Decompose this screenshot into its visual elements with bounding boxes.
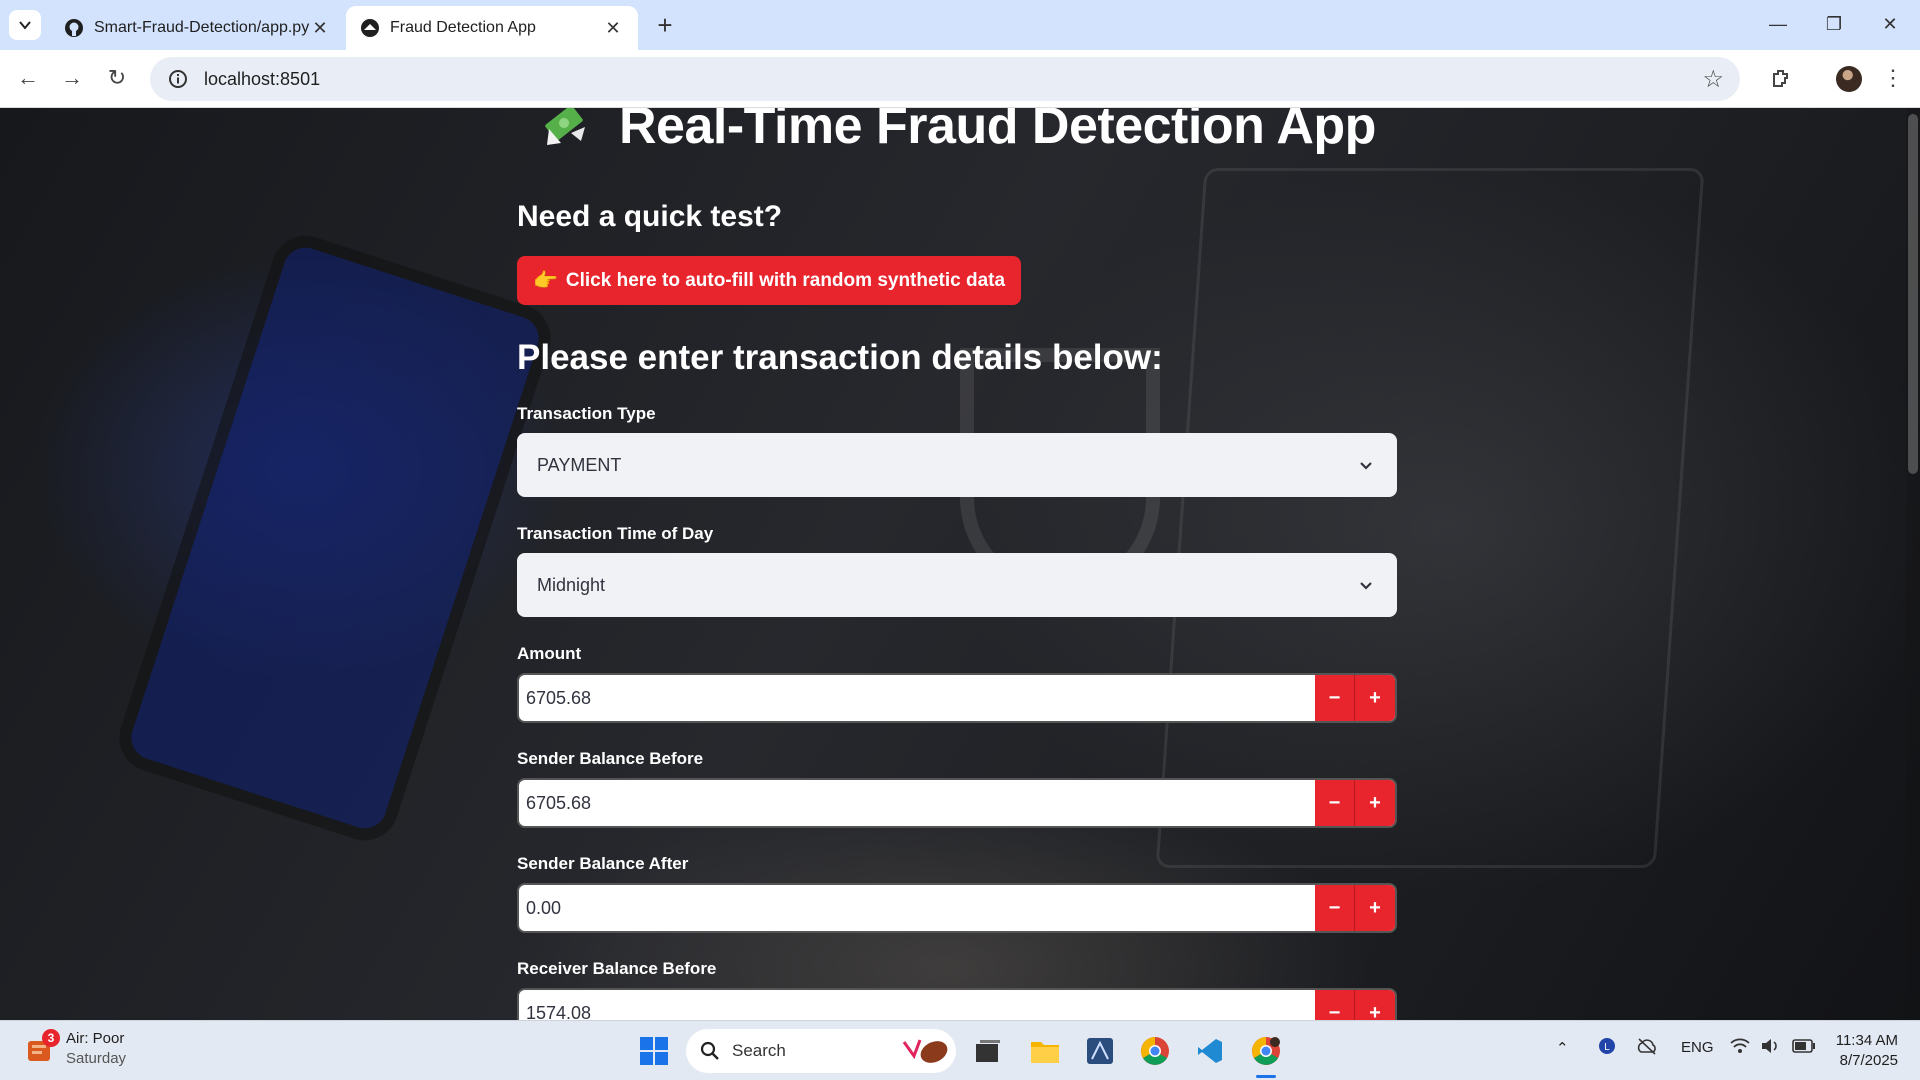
minimize-icon[interactable]: —: [1758, 10, 1798, 38]
tab-github[interactable]: Smart-Fraud-Detection/app.py ✕: [50, 6, 345, 50]
weather-title: Air: Poor: [66, 1030, 125, 1047]
time-of-day-value: Midnight: [537, 574, 606, 595]
show-hidden-icons-icon[interactable]: ⌃: [1556, 1039, 1569, 1057]
title-row: Real-Time Fraud Detection App: [541, 108, 1376, 156]
forward-arrow-icon[interactable]: →: [56, 62, 88, 94]
amount-label: Amount: [517, 644, 582, 663]
background-phone-image: [110, 226, 560, 850]
tray-app-icon[interactable]: L: [1598, 1037, 1616, 1059]
windows-start-icon[interactable]: [636, 1033, 672, 1069]
tab-title: Smart-Fraud-Detection/app.py: [94, 19, 309, 36]
pointing-hand-icon: 👉: [533, 270, 558, 292]
reload-icon[interactable]: ↻: [101, 62, 133, 94]
wifi-icon[interactable]: [1730, 1037, 1750, 1059]
browser-toolbar: ← → ↻ localhost:8501 ☆ ⋮: [0, 50, 1920, 108]
receiver-before-value[interactable]: 1574.08: [519, 990, 1315, 1021]
app-main: Real-Time Fraud Detection App Need a qui…: [0, 108, 1920, 1020]
sender-after-value[interactable]: 0.00: [519, 885, 1315, 931]
sender-before-increment-button[interactable]: +: [1355, 780, 1395, 826]
amount-decrement-button[interactable]: −: [1315, 675, 1355, 721]
app-icon[interactable]: [1082, 1033, 1118, 1069]
active-app-indicator: [1256, 1075, 1276, 1078]
search-highlight-icon: [902, 1039, 948, 1063]
sender-after-decrement-button[interactable]: −: [1315, 885, 1355, 931]
chevron-down-icon: [19, 21, 31, 30]
receiver-before-input[interactable]: 1574.08 − +: [517, 988, 1397, 1020]
task-view-icon[interactable]: [970, 1033, 1006, 1069]
receiver-before-increment-button[interactable]: +: [1355, 990, 1395, 1020]
clock-time: 11:34 AM: [1835, 1032, 1898, 1049]
site-info-icon[interactable]: [158, 69, 198, 89]
streamlit-icon: [360, 18, 380, 38]
sender-after-increment-button[interactable]: +: [1355, 885, 1395, 931]
autofill-button[interactable]: 👉 Click here to auto-fill with random sy…: [517, 256, 1022, 305]
vscode-icon[interactable]: [1192, 1033, 1228, 1069]
section-heading: Please enter transaction details below:: [517, 338, 1163, 377]
extensions-icon[interactable]: [1765, 62, 1797, 94]
weather-widget[interactable]: 3 Air: Poor Saturday: [24, 1029, 126, 1069]
address-bar[interactable]: localhost:8501 ☆: [150, 57, 1740, 101]
cloud-offline-icon[interactable]: [1636, 1037, 1658, 1059]
sender-before-label: Sender Balance Before: [517, 749, 704, 768]
sender-before-input[interactable]: 6705.68 − +: [517, 778, 1397, 828]
close-icon[interactable]: ✕: [602, 18, 624, 39]
transaction-type-label: Transaction Type: [517, 404, 656, 423]
language-indicator[interactable]: ENG: [1681, 1039, 1714, 1056]
close-window-icon[interactable]: ✕: [1870, 10, 1910, 38]
transaction-type-value: PAYMENT: [537, 454, 622, 475]
sender-after-input[interactable]: 0.00 − +: [517, 883, 1397, 933]
tab-strip: Smart-Fraud-Detection/app.py ✕ Fraud Det…: [0, 0, 1920, 50]
scrollbar-thumb[interactable]: [1908, 114, 1918, 474]
new-tab-button[interactable]: +: [650, 10, 680, 40]
air-quality-icon: 3: [24, 1029, 60, 1065]
clock-date: 8/7/2025: [1839, 1052, 1898, 1069]
time-of-day-label: Transaction Time of Day: [517, 524, 714, 543]
receiver-before-label: Receiver Balance Before: [517, 959, 717, 978]
tab-title: Fraud Detection App: [390, 19, 536, 36]
sender-before-decrement-button[interactable]: −: [1315, 780, 1355, 826]
chrome-profile-icon[interactable]: [1248, 1033, 1284, 1069]
search-icon: [700, 1041, 719, 1060]
receiver-before-decrement-button[interactable]: −: [1315, 990, 1355, 1020]
profile-avatar[interactable]: [1836, 66, 1862, 92]
system-clock[interactable]: 11:34 AM 8/7/2025: [1830, 1031, 1898, 1071]
battery-icon[interactable]: [1792, 1039, 1816, 1057]
tab-search-button[interactable]: [9, 10, 41, 40]
transaction-type-select[interactable]: PAYMENT: [517, 433, 1397, 497]
chevron-down-icon: [1355, 574, 1377, 596]
quick-test-heading: Need a quick test?: [517, 200, 783, 233]
sender-after-label: Sender Balance After: [517, 854, 689, 873]
volume-icon[interactable]: [1760, 1037, 1782, 1059]
background-laptop-image: [1155, 168, 1705, 868]
weather-badge: 3: [42, 1029, 60, 1047]
taskbar: 3 Air: Poor Saturday Search ⌃ L ENG 11:3…: [0, 1020, 1920, 1080]
time-of-day-select[interactable]: Midnight: [517, 553, 1397, 617]
back-arrow-icon[interactable]: ←: [12, 62, 44, 94]
money-with-wings-icon: [545, 108, 585, 145]
url-text: localhost:8501: [204, 68, 321, 89]
tab-fraud-detection[interactable]: Fraud Detection App ✕: [346, 6, 638, 50]
file-explorer-icon[interactable]: [1027, 1033, 1063, 1069]
page-scrollbar[interactable]: [1906, 108, 1920, 1020]
more-menu-icon[interactable]: ⋮: [1877, 62, 1909, 94]
amount-value[interactable]: 6705.68: [519, 675, 1315, 721]
weather-subtitle: Saturday: [66, 1050, 127, 1067]
taskbar-search[interactable]: Search: [686, 1029, 956, 1073]
chrome-icon[interactable]: [1137, 1033, 1173, 1069]
restore-icon[interactable]: ❐: [1814, 10, 1854, 38]
close-icon[interactable]: ✕: [309, 18, 331, 39]
sender-before-value[interactable]: 6705.68: [519, 780, 1315, 826]
svg-text:L: L: [1604, 1042, 1610, 1053]
autofill-button-label: Click here to auto-fill with random synt…: [565, 269, 1006, 291]
amount-input[interactable]: 6705.68 − +: [517, 673, 1397, 723]
page-title: Real-Time Fraud Detection App: [619, 108, 1376, 155]
search-placeholder: Search: [732, 1041, 786, 1060]
amount-increment-button[interactable]: +: [1355, 675, 1395, 721]
github-icon: [64, 18, 84, 38]
chevron-down-icon: [1355, 454, 1377, 476]
bookmark-star-icon[interactable]: ☆: [1702, 65, 1724, 94]
